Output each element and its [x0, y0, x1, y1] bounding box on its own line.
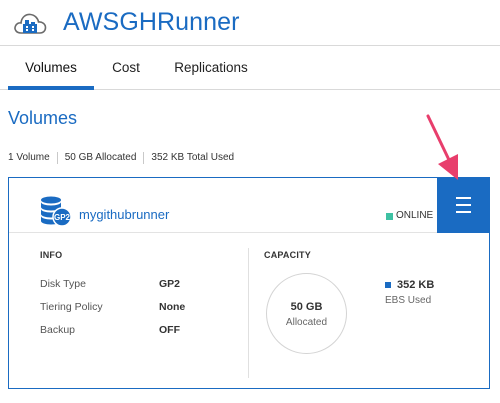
tab-replications[interactable]: Replications	[166, 46, 256, 90]
volume-summary: 1 Volume 50 GB Allocated 352 KB Total Us…	[8, 150, 241, 166]
column-divider	[248, 248, 249, 378]
hamburger-menu-icon-bar	[456, 204, 471, 206]
backup-value: OFF	[159, 324, 180, 336]
status-badge: ONLINE	[386, 210, 433, 222]
section-title: Volumes	[8, 108, 78, 128]
allocated-value: 50 GB	[290, 301, 323, 313]
summary-allocated: 50 GB Allocated	[64, 152, 137, 163]
active-tab-indicator	[8, 86, 94, 90]
arrow-pointer-icon	[426, 114, 458, 180]
volume-icon-label: GP2	[54, 213, 71, 222]
volume-menu-button[interactable]	[437, 178, 490, 233]
status-indicator	[386, 212, 393, 220]
allocated-label: Allocated	[285, 317, 328, 328]
tab-cost[interactable]: Cost	[104, 46, 148, 90]
disk-type-value: GP2	[159, 278, 181, 290]
tab-bar: Volumes Cost Replications	[0, 46, 500, 90]
hamburger-menu-icon	[456, 197, 471, 199]
app-title: AWSGHRunner	[63, 8, 240, 36]
ebs-used-value: 352 KB	[397, 279, 435, 291]
tiering-policy-label: Tiering Policy	[40, 301, 103, 313]
volume-name[interactable]: mygithubrunner	[79, 207, 169, 223]
ebs-used-label: EBS Used	[385, 295, 432, 306]
volume-card-header: GP2 mygithubrunner ONLINE	[9, 178, 490, 233]
summary-volume-count: 1 Volume	[8, 152, 50, 163]
capacity-heading: CAPACITY	[264, 250, 311, 260]
tab-volumes[interactable]: Volumes	[8, 46, 94, 90]
cloud-building-icon	[14, 13, 47, 34]
page: AWSGHRunner Volumes Cost Replications Vo…	[0, 0, 500, 403]
database-icon: GP2	[41, 196, 72, 227]
info-heading: INFO	[40, 250, 63, 260]
summary-total-used: 352 KB Total Used	[151, 152, 235, 163]
ebs-used-marker	[385, 282, 391, 288]
volume-card[interactable]: GP2 mygithubrunner ONLINE INFO CAPACITY …	[8, 177, 490, 389]
app-header: AWSGHRunner	[0, 0, 500, 46]
status-text: ONLINE	[396, 210, 434, 221]
disk-type-label: Disk Type	[40, 278, 86, 290]
hamburger-menu-icon-bar	[456, 211, 471, 213]
backup-label: Backup	[40, 324, 76, 336]
tiering-policy-value: None	[159, 301, 186, 313]
capacity-circle: 50 GB Allocated	[266, 273, 347, 354]
